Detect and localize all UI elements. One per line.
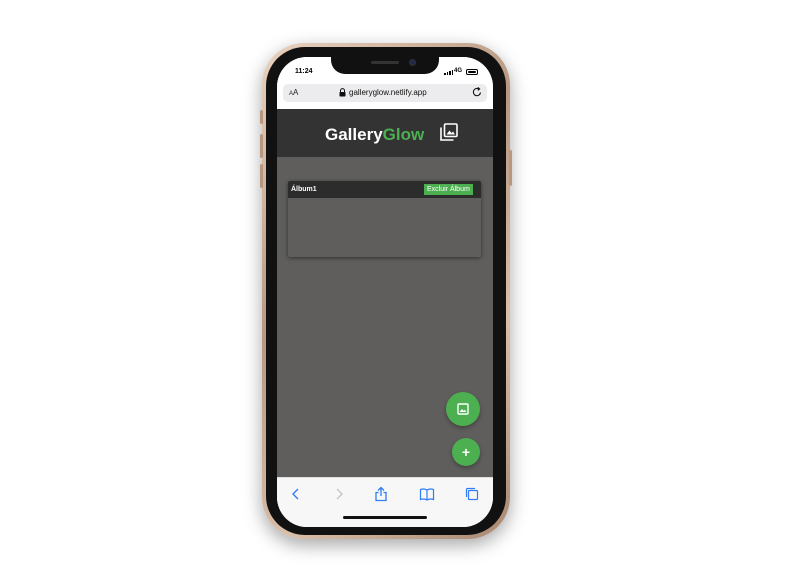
network-type: 4G (454, 68, 463, 74)
lock-icon (339, 88, 346, 97)
album-card[interactable]: Álbum1 Excluir Álbum (288, 181, 481, 257)
front-camera (409, 59, 416, 66)
phone-screen: 11:24 4G AA galleryglow.netlify.app Gall… (277, 57, 493, 527)
back-icon[interactable] (288, 486, 304, 502)
speaker-grille (371, 61, 399, 64)
status-bar: 11:24 4G (277, 57, 493, 85)
tabs-icon[interactable] (464, 486, 480, 502)
share-icon[interactable] (373, 486, 389, 502)
forward-icon[interactable] (331, 486, 347, 502)
app-header: GalleryGlow (277, 109, 493, 157)
home-indicator[interactable] (343, 516, 427, 519)
bookmarks-icon[interactable] (419, 486, 435, 502)
main-content: Álbum1 Excluir Álbum + (277, 157, 493, 477)
notch (331, 57, 439, 74)
add-album-button[interactable]: + (452, 438, 480, 466)
volume-down-button (260, 164, 263, 188)
status-time: 11:24 (295, 68, 313, 75)
power-button (509, 150, 512, 186)
album-title: Álbum1 (291, 186, 317, 193)
add-image-button[interactable] (446, 392, 480, 426)
delete-album-button[interactable]: Excluir Álbum (424, 184, 473, 195)
volume-up-button (260, 134, 263, 158)
browser-toolbar (277, 477, 493, 527)
silent-switch (260, 110, 263, 124)
app-logo: GalleryGlow (325, 125, 425, 144)
stage: 11:24 4G AA galleryglow.netlify.app Gall… (0, 0, 797, 588)
url-text[interactable]: galleryglow.netlify.app (349, 88, 427, 97)
signal-icon (444, 70, 453, 75)
address-bar[interactable]: AA galleryglow.netlify.app (283, 84, 487, 102)
image-icon (457, 403, 469, 415)
album-header: Álbum1 Excluir Álbum (288, 181, 481, 198)
photo-library-icon (440, 123, 458, 141)
battery-icon (466, 69, 478, 75)
plus-icon: + (461, 444, 471, 460)
reload-icon[interactable] (471, 86, 483, 98)
text-size-button[interactable]: AA (289, 88, 298, 97)
